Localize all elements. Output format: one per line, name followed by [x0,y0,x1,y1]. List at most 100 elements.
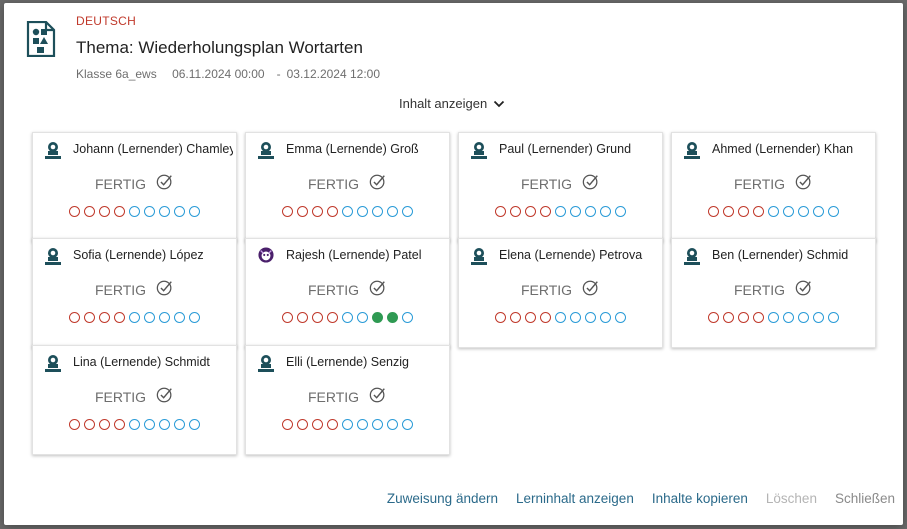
status-label: FERTIG [94,175,147,192]
progress-dot [402,419,413,430]
progress-dot [783,206,794,217]
monster-avatar-icon [258,247,274,265]
progress-dot [828,206,839,217]
progress-dot [372,312,383,323]
student-name: Emma (Lernende) Groß [286,142,419,156]
progress-dots [33,419,236,430]
progress-dot [129,419,140,430]
progress-dots [459,206,662,217]
show-content-toggle[interactable]: Inhalt anzeigen [399,96,505,111]
progress-dot [723,206,734,217]
progress-dots [33,312,236,323]
progress-dot [768,312,779,323]
progress-dot [510,206,521,217]
student-name: Rajesh (Lernende) Patel [286,248,422,262]
progress-dot [708,312,719,323]
progress-dot [144,206,155,217]
progress-dot [144,312,155,323]
student-card[interactable]: Johann (Lernender) Chamley FERTIG [32,132,237,242]
progress-dot [69,419,80,430]
progress-dots [246,312,449,323]
change-assignment-button[interactable]: Zuweisung ändern [387,491,498,506]
student-card[interactable]: Ahmed (Lernender) Khan FERTIG [671,132,876,242]
progress-dot [99,312,110,323]
progress-dot [297,312,308,323]
default-avatar-icon [684,141,700,159]
progress-dot [570,312,581,323]
assignment-meta: Klasse 6a_ews 06.11.2024 00:00-03.12.202… [76,67,386,81]
progress-dot [585,312,596,323]
progress-dot [495,206,506,217]
student-card[interactable]: Elli (Lernende) Senzig FERTIG [245,345,450,455]
progress-dot [174,312,185,323]
status-label: FERTIG [520,175,573,192]
progress-dot [114,419,125,430]
progress-dot [510,312,521,323]
status-label: FERTIG [307,175,360,192]
progress-dot [585,206,596,217]
progress-dot [312,419,323,430]
check-circle-icon [156,173,174,194]
toggle-label: Inhalt anzeigen [399,96,488,111]
progress-dot [159,312,170,323]
progress-dot [387,206,398,217]
student-card[interactable]: Rajesh (Lernende) Patel FERTIG [245,238,450,348]
progress-dot [282,419,293,430]
date-end: 03.12.2024 12:00 [286,67,381,81]
progress-dot [540,206,551,217]
student-card[interactable]: Elena (Lernende) Petrova FERTIG [458,238,663,348]
progress-dot [84,206,95,217]
progress-dot [282,206,293,217]
close-button[interactable]: Schließen [835,491,895,506]
progress-dot [828,312,839,323]
copy-content-button[interactable]: Inhalte kopieren [652,491,748,506]
status-row: FERTIG [33,173,236,194]
status-label: FERTIG [733,175,786,192]
progress-dot [342,206,353,217]
student-name: Lina (Lernende) Schmidt [73,355,210,369]
student-name: Ben (Lernender) Schmid [712,248,849,262]
progress-dots [33,206,236,217]
student-card[interactable]: Paul (Lernender) Grund FERTIG [458,132,663,242]
date-separator: - [276,67,281,81]
student-card[interactable]: Lina (Lernende) Schmidt FERTIG [32,345,237,455]
progress-dot [402,206,413,217]
student-card[interactable]: Sofia (Lernende) López FERTIG [32,238,237,348]
progress-dot [540,312,551,323]
status-row: FERTIG [246,279,449,300]
progress-dot [372,206,383,217]
progress-dot [84,312,95,323]
progress-dot [600,312,611,323]
progress-dot [129,312,140,323]
check-circle-icon [795,173,813,194]
progress-dot [129,206,140,217]
page-title: Thema: Wiederholungsplan Wortarten [76,38,363,57]
progress-dot [357,206,368,217]
status-row: FERTIG [672,279,875,300]
progress-dot [99,206,110,217]
status-row: FERTIG [672,173,875,194]
progress-dot [297,206,308,217]
progress-dots [672,312,875,323]
progress-dots [246,206,449,217]
progress-dot [387,312,398,323]
progress-dot [357,312,368,323]
delete-button: Löschen [765,491,817,506]
progress-dot [357,419,368,430]
progress-dot [525,206,536,217]
status-row: FERTIG [246,173,449,194]
progress-dot [342,312,353,323]
progress-dot [84,419,95,430]
progress-dot [114,312,125,323]
show-learning-content-button[interactable]: Lerninhalt anzeigen [516,491,634,506]
progress-dot [327,312,338,323]
student-card[interactable]: Ben (Lernender) Schmid FERTIG [671,238,876,348]
progress-dot [798,206,809,217]
progress-dot [69,206,80,217]
status-label: FERTIG [94,388,147,405]
student-card[interactable]: Emma (Lernende) Groß FERTIG [245,132,450,242]
progress-dot [327,419,338,430]
progress-dot [114,206,125,217]
check-circle-icon [582,173,600,194]
status-row: FERTIG [459,279,662,300]
